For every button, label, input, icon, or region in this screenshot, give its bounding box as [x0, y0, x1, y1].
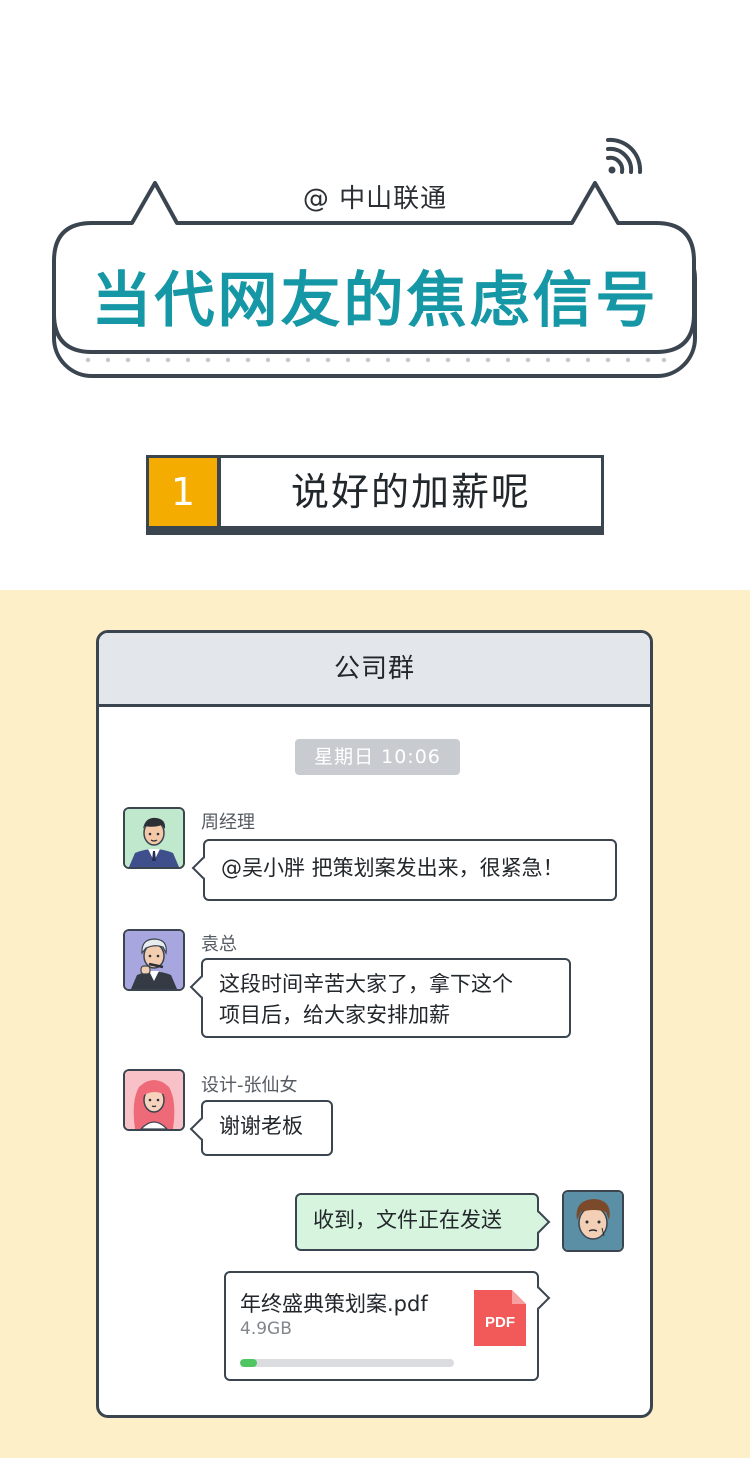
pdf-icon-label: PDF [485, 1314, 515, 1331]
section-tag: 1 说好的加薪呢 [146, 455, 604, 535]
group-chat-window: 公司群 星期日 10:06 周经理 @吴小胖 把策划案发出来，很紧急！ 袁总 这… [96, 630, 653, 1418]
avatar-manager-zhou[interactable] [123, 807, 185, 869]
banner-title: 当代网友的焦虑信号 [91, 266, 659, 336]
message-text-line: 这段时间辛苦大家了，拿下这个 [219, 972, 513, 996]
sent-message-bubble[interactable]: 收到，文件正在发送 [295, 1193, 539, 1251]
section-title: 说好的加薪呢 [218, 455, 604, 529]
message-text: 谢谢老板 [219, 1114, 303, 1138]
upload-progress-bar [240, 1359, 454, 1367]
account-handle: @ 中山联通 [302, 184, 448, 214]
sender-name: 设计-张仙女 [201, 1075, 298, 1096]
upload-progress-fill [240, 1359, 258, 1367]
message-text: @吴小胖 把策划案发出来，很紧急！ [221, 856, 564, 880]
sender-name: 袁总 [201, 934, 237, 955]
message-bubble[interactable]: 谢谢老板 [201, 1100, 333, 1156]
file-size: 4.9GB [240, 1319, 292, 1339]
message-bubble[interactable]: 这段时间辛苦大家了，拿下这个 项目后，给大家安排加薪 [201, 958, 571, 1038]
chat-title: 公司群 [99, 633, 650, 707]
avatar-self[interactable] [562, 1190, 624, 1252]
pdf-file-icon: PDF [474, 1290, 526, 1346]
signal-icon [606, 137, 643, 174]
file-name: 年终盛典策划案.pdf [240, 1292, 428, 1316]
avatar-boss-yuan[interactable] [123, 929, 185, 991]
message-bubble[interactable]: @吴小胖 把策划案发出来，很紧急！ [203, 839, 617, 901]
message-text-line: 项目后，给大家安排加薪 [219, 1003, 450, 1027]
sender-name: 周经理 [201, 812, 255, 833]
timestamp-badge: 星期日 10:06 [295, 739, 460, 775]
section-number: 1 [146, 455, 220, 529]
file-transfer-card[interactable]: 年终盛典策划案.pdf 4.9GB PDF [224, 1271, 539, 1381]
message-text: 收到，文件正在发送 [313, 1208, 502, 1232]
avatar-designer-zhang[interactable] [123, 1069, 185, 1131]
